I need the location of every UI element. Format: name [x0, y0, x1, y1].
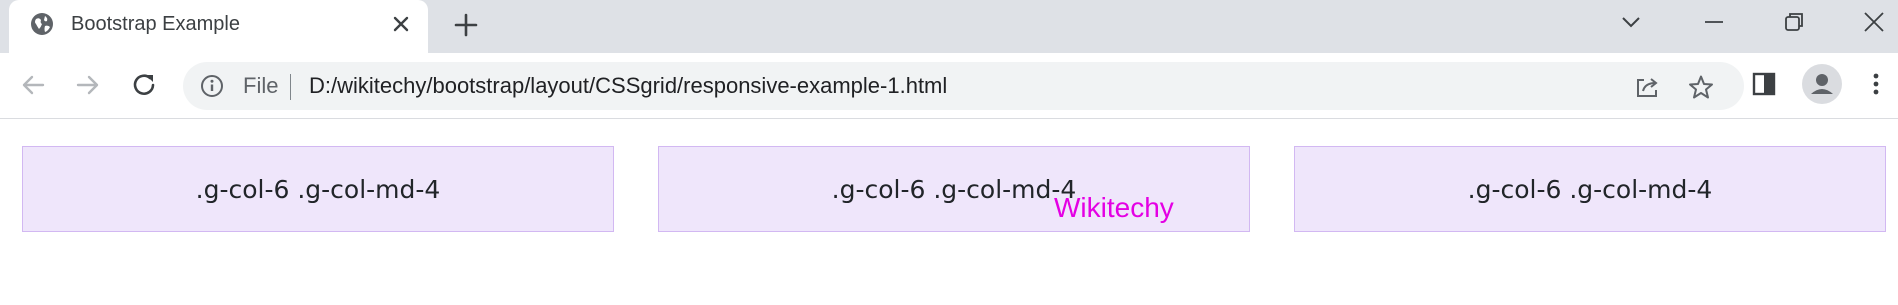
close-tab-icon[interactable]: [390, 13, 412, 35]
tab-strip: Bootstrap Example: [0, 0, 1898, 53]
side-panel-icon[interactable]: [1749, 69, 1779, 99]
minimize-icon[interactable]: [1699, 7, 1729, 37]
arrow-right-icon[interactable]: [72, 69, 104, 101]
globe-icon: [30, 12, 54, 36]
restore-icon[interactable]: [1779, 7, 1809, 37]
grid-item-label: .g-col-6 .g-col-md-4: [195, 174, 441, 204]
info-icon[interactable]: [200, 74, 224, 98]
grid-item-label: .g-col-6 .g-col-md-4: [831, 174, 1077, 204]
tab-title: Bootstrap Example: [71, 13, 240, 35]
scheme-label: File: [243, 73, 279, 98]
star-icon[interactable]: [1688, 74, 1714, 100]
person-icon: [1811, 74, 1833, 94]
watermark-text: Wikitechy: [1054, 192, 1174, 223]
reload-icon[interactable]: [128, 69, 160, 101]
url-text[interactable]: D:/wikitechy/bootstrap/layout/CSSgrid/re…: [309, 74, 947, 98]
address-bar[interactable]: File D:/wikitechy/bootstrap/layout/CSSgr…: [183, 62, 1744, 110]
browser-toolbar: File D:/wikitechy/bootstrap/layout/CSSgr…: [0, 53, 1898, 119]
close-icon[interactable]: [1859, 7, 1889, 37]
grid-item-3: .g-col-6 .g-col-md-4: [1294, 146, 1886, 232]
tab-bootstrap-example[interactable]: Bootstrap Example: [9, 0, 428, 53]
chevron-down-icon[interactable]: [1616, 7, 1646, 37]
plus-icon[interactable]: [451, 10, 481, 40]
share-icon[interactable]: [1634, 74, 1660, 100]
grid-item-1: .g-col-6 .g-col-md-4: [22, 146, 614, 232]
arrow-left-icon[interactable]: [17, 69, 49, 101]
profile-avatar[interactable]: [1802, 64, 1842, 104]
kebab-menu-icon[interactable]: [1861, 69, 1891, 99]
grid-item-label: .g-col-6 .g-col-md-4: [1467, 174, 1713, 204]
scheme-separator: [290, 74, 291, 100]
